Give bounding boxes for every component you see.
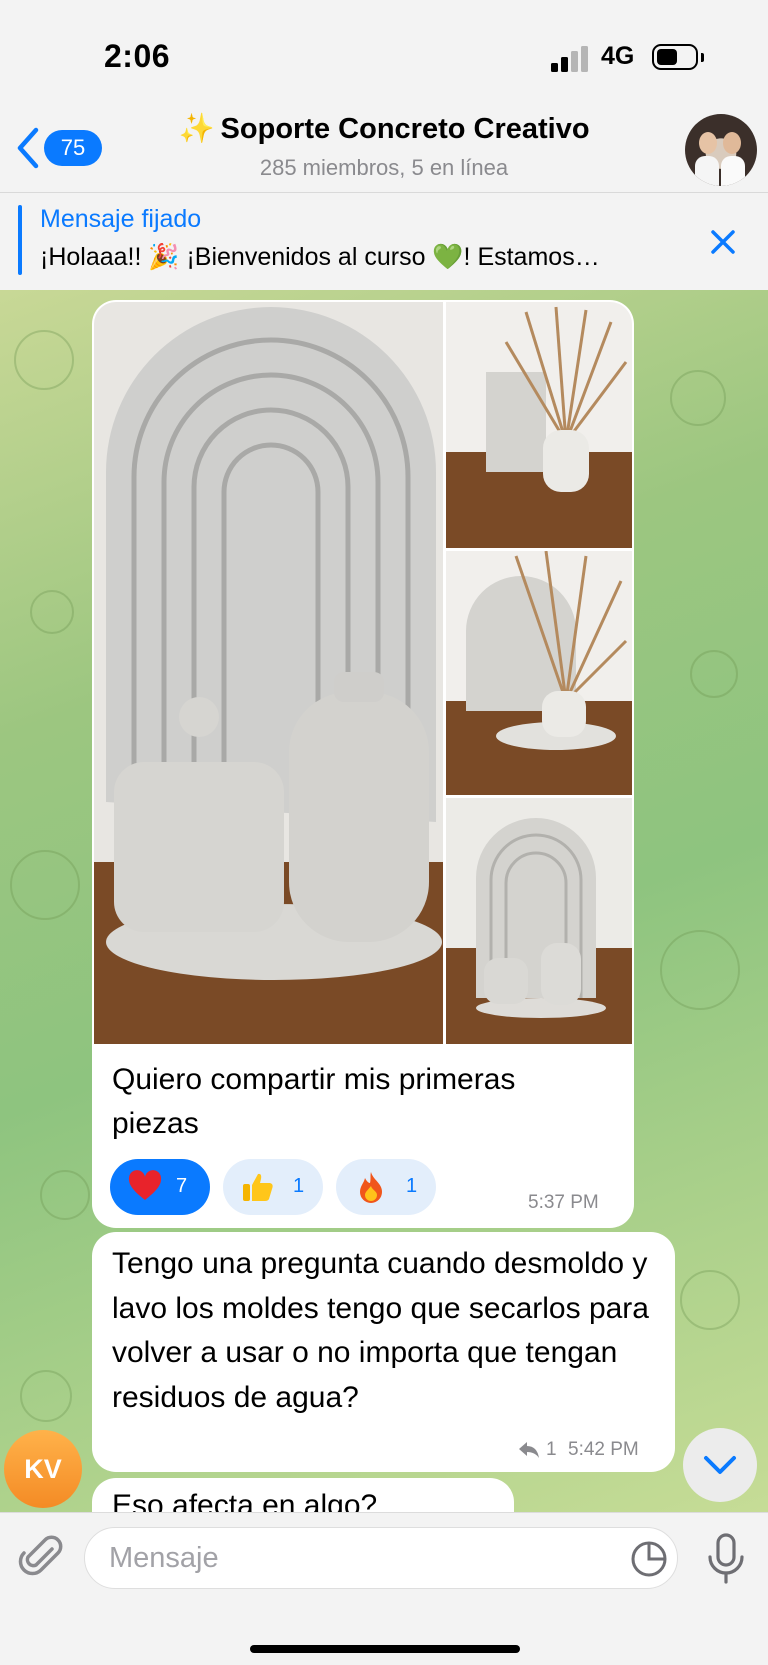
reaction-thumbs-up-count: 1 [293,1175,305,1197]
signal-icon [551,46,588,72]
battery-tip [701,53,704,62]
group-avatar[interactable] [685,114,757,186]
chevron-down-icon [704,1456,736,1474]
reaction-heart[interactable]: 7 [110,1159,210,1215]
sparkles-icon: ✨ [178,113,215,145]
album-caption: Quiero compartir mis primeras piezas [112,1063,516,1140]
chat-title[interactable]: ✨ Soporte Concreto Creativo [0,112,768,146]
pinned-label: Mensaje fijado [40,205,202,233]
status-time: 2:06 [104,38,171,74]
status-bar: 2:06 4G [0,0,768,108]
message-time: 5:42 PM [568,1439,639,1460]
home-indicator [250,1645,520,1653]
sticker-icon[interactable] [630,1540,668,1578]
chat-title-text: Soporte Concreto Creativo [220,113,590,145]
heart-icon [128,1170,162,1200]
network-label: 4G [601,42,635,70]
composer-bar [0,1512,768,1665]
chat-header: 75 ✨ Soporte Concreto Creativo 285 miembr… [0,108,768,192]
reply-arrow-icon [519,1442,539,1458]
reaction-fire-count: 1 [406,1175,418,1197]
close-pinned-icon[interactable] [709,228,737,256]
reply-count: 1 [546,1439,557,1460]
reaction-thumbs-up[interactable]: 1 [223,1159,323,1215]
pinned-accent-bar [18,205,22,275]
scroll-to-bottom-button[interactable] [683,1428,757,1502]
message-text: Tengo una pregunta cuando desmoldo y lav… [112,1247,649,1414]
album-photo-3[interactable] [446,551,632,795]
pinned-text: ¡Holaaa!! 🎉 ¡Bienvenidos al curso 💚! Est… [40,243,600,271]
fire-icon [360,1172,382,1203]
sender-avatar[interactable]: KV [4,1430,82,1508]
thumbs-up-icon [243,1173,273,1201]
battery-icon [652,44,698,70]
album-photo-2[interactable] [446,302,632,548]
album-photo-1[interactable] [94,302,443,1044]
album-photo-4[interactable] [446,798,632,1044]
pinned-message[interactable]: Mensaje fijado ¡Holaaa!! 🎉 ¡Bienvenidos … [0,192,768,290]
message-time: 5:37 PM [528,1192,599,1213]
paperclip-icon[interactable] [18,1533,66,1581]
message-input[interactable] [84,1527,678,1589]
reaction-fire[interactable]: 1 [336,1159,436,1215]
microphone-icon[interactable] [706,1533,746,1585]
chat-subtitle: 285 miembros, 5 en línea [259,155,509,180]
reaction-heart-count: 7 [176,1175,188,1197]
